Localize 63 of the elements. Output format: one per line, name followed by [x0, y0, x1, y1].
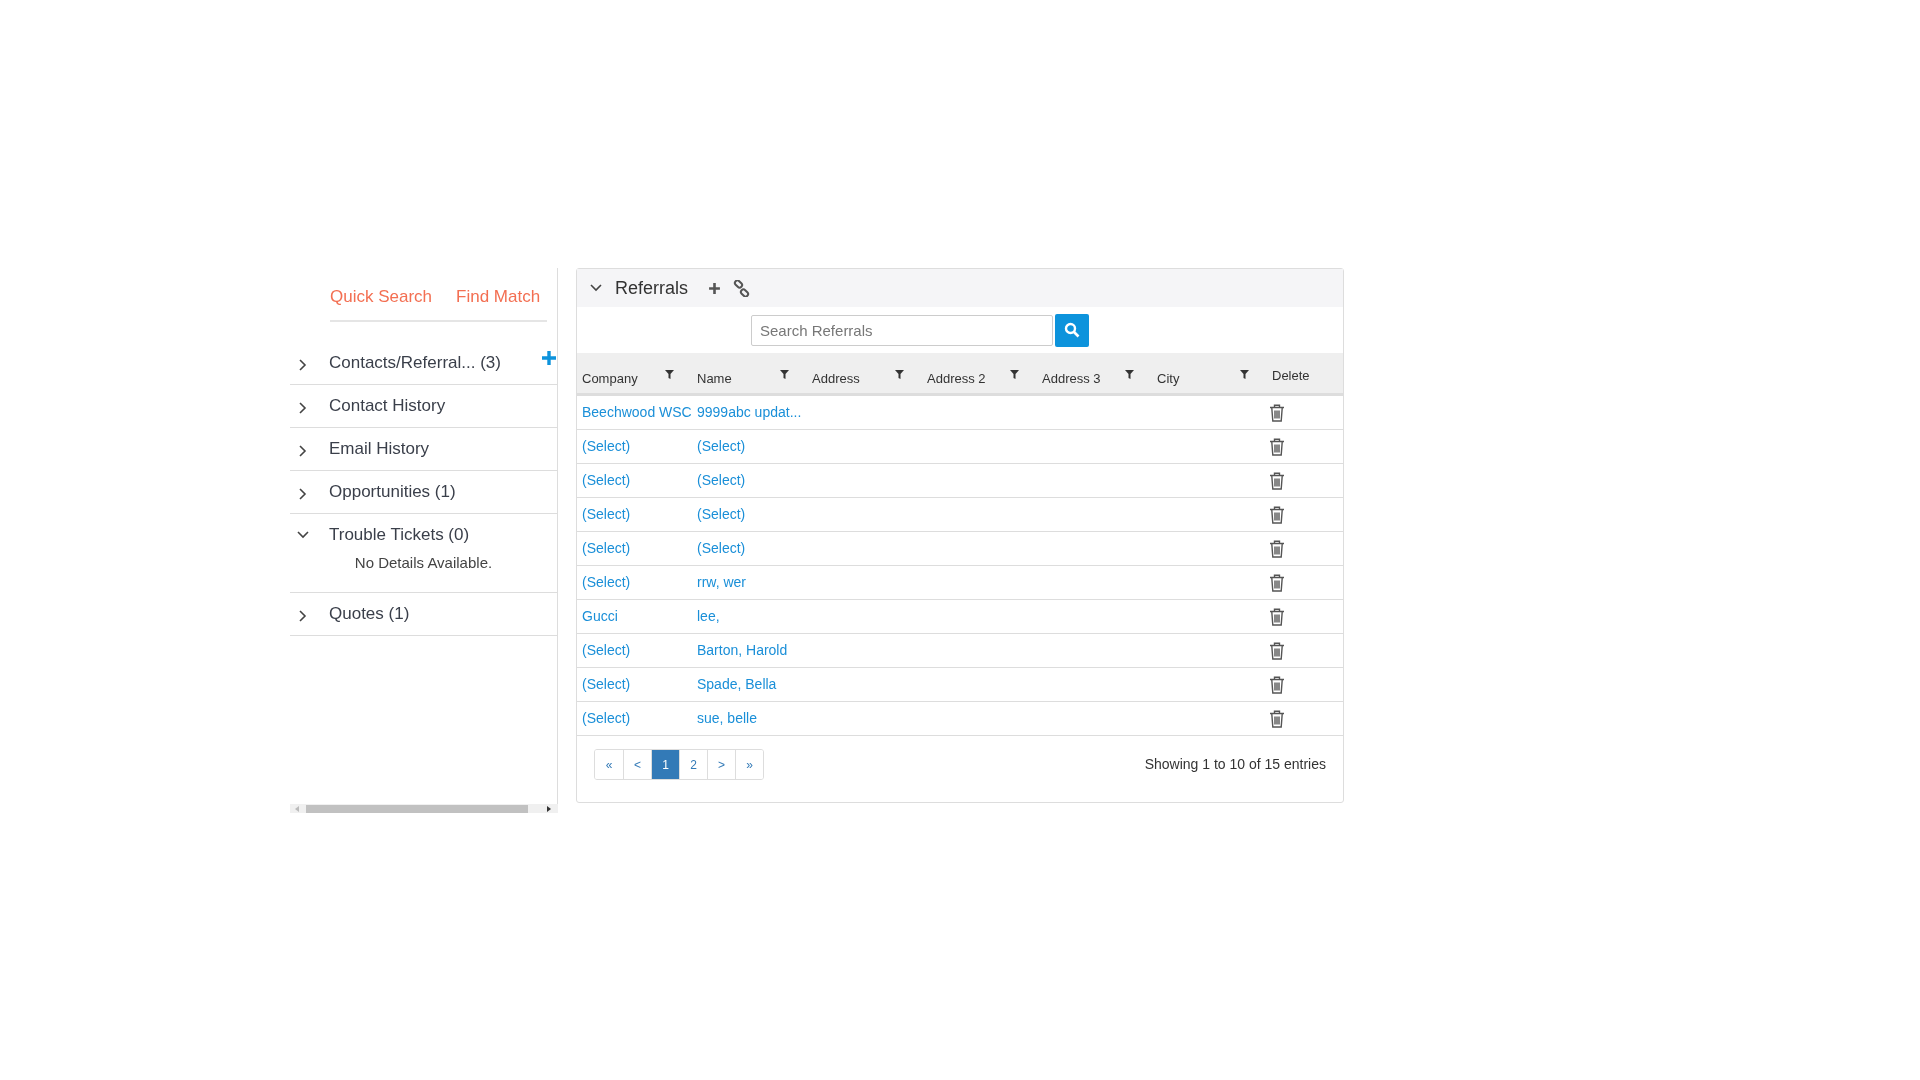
- table-link[interactable]: sue, belle: [697, 710, 757, 726]
- section-header[interactable]: Email History: [290, 427, 557, 470]
- trash-icon[interactable]: [1269, 471, 1285, 490]
- filter-icon[interactable]: [665, 370, 674, 379]
- trash-icon[interactable]: [1269, 675, 1285, 694]
- table-link[interactable]: (Select): [582, 710, 631, 726]
- section-header[interactable]: Contacts/Referral... (3): [290, 341, 557, 384]
- column-header[interactable]: Address 3: [1042, 368, 1101, 388]
- table-link[interactable]: (Select): [582, 438, 631, 454]
- table-link[interactable]: (Select): [582, 472, 631, 488]
- trash-icon[interactable]: [1269, 539, 1285, 558]
- column-header[interactable]: Address 2: [927, 368, 986, 388]
- panel-title: Referrals: [615, 276, 689, 300]
- entries-info: Showing 1 to 10 of 15 entries: [1144, 755, 1326, 774]
- search-button[interactable]: [1055, 313, 1089, 347]
- add-icon[interactable]: [708, 281, 722, 295]
- table-link[interactable]: (Select): [697, 438, 746, 454]
- table-link[interactable]: Barton, Harold: [697, 642, 788, 658]
- table-link[interactable]: (Select): [582, 506, 631, 522]
- page-button[interactable]: »: [735, 750, 763, 779]
- section-header[interactable]: Quotes (1): [290, 593, 557, 635]
- column-header[interactable]: Delete: [1272, 365, 1310, 385]
- column-header[interactable]: City: [1157, 368, 1180, 388]
- section-header[interactable]: Opportunities (1): [290, 470, 557, 513]
- trash-icon[interactable]: [1269, 709, 1285, 728]
- table-link[interactable]: (Select): [582, 574, 631, 590]
- column-header[interactable]: Name: [697, 368, 732, 388]
- trash-icon[interactable]: [1269, 437, 1285, 456]
- scrollbar-thumb[interactable]: [306, 804, 528, 813]
- trash-icon[interactable]: [1269, 573, 1285, 592]
- filter-icon[interactable]: [1125, 370, 1134, 379]
- scroll-right-icon[interactable]: [546, 805, 552, 812]
- filter-icon[interactable]: [1010, 370, 1019, 379]
- page-button[interactable]: 1: [651, 750, 679, 779]
- table-link[interactable]: rrw, wer: [697, 574, 746, 590]
- column-header[interactable]: Company: [582, 368, 638, 388]
- trash-icon[interactable]: [1269, 607, 1285, 626]
- filter-icon[interactable]: [1240, 370, 1249, 379]
- table-link[interactable]: (Select): [582, 540, 631, 556]
- filter-icon[interactable]: [895, 370, 904, 379]
- link-icon[interactable]: [733, 279, 751, 297]
- section-header[interactable]: Contact History: [290, 384, 557, 427]
- table-link[interactable]: (Select): [697, 506, 746, 522]
- side-tab[interactable]: Quick Search: [330, 284, 433, 310]
- trash-icon[interactable]: [1269, 641, 1285, 660]
- column-header[interactable]: Address: [812, 368, 860, 388]
- table-link[interactable]: Gucci: [582, 608, 618, 624]
- table-link[interactable]: lee,: [697, 608, 720, 624]
- search-icon: [1064, 322, 1080, 338]
- trash-icon[interactable]: [1269, 403, 1285, 422]
- table-link[interactable]: Spade, Bella: [697, 676, 777, 692]
- table-link[interactable]: (Select): [697, 472, 746, 488]
- add-icon[interactable]: [542, 350, 556, 365]
- trash-icon[interactable]: [1269, 505, 1285, 524]
- search-field[interactable]: Search Referrals: [751, 314, 1053, 346]
- filter-icon[interactable]: [780, 370, 789, 379]
- side-tab[interactable]: Find Match: [456, 284, 541, 310]
- table-link[interactable]: Beechwood WSC: [582, 404, 692, 420]
- table-link[interactable]: (Select): [582, 676, 631, 692]
- table-link[interactable]: 9999abc updat...: [697, 404, 802, 420]
- horizontal-scrollbar[interactable]: [290, 804, 558, 813]
- table-link[interactable]: (Select): [582, 642, 631, 658]
- table-link[interactable]: (Select): [697, 540, 746, 556]
